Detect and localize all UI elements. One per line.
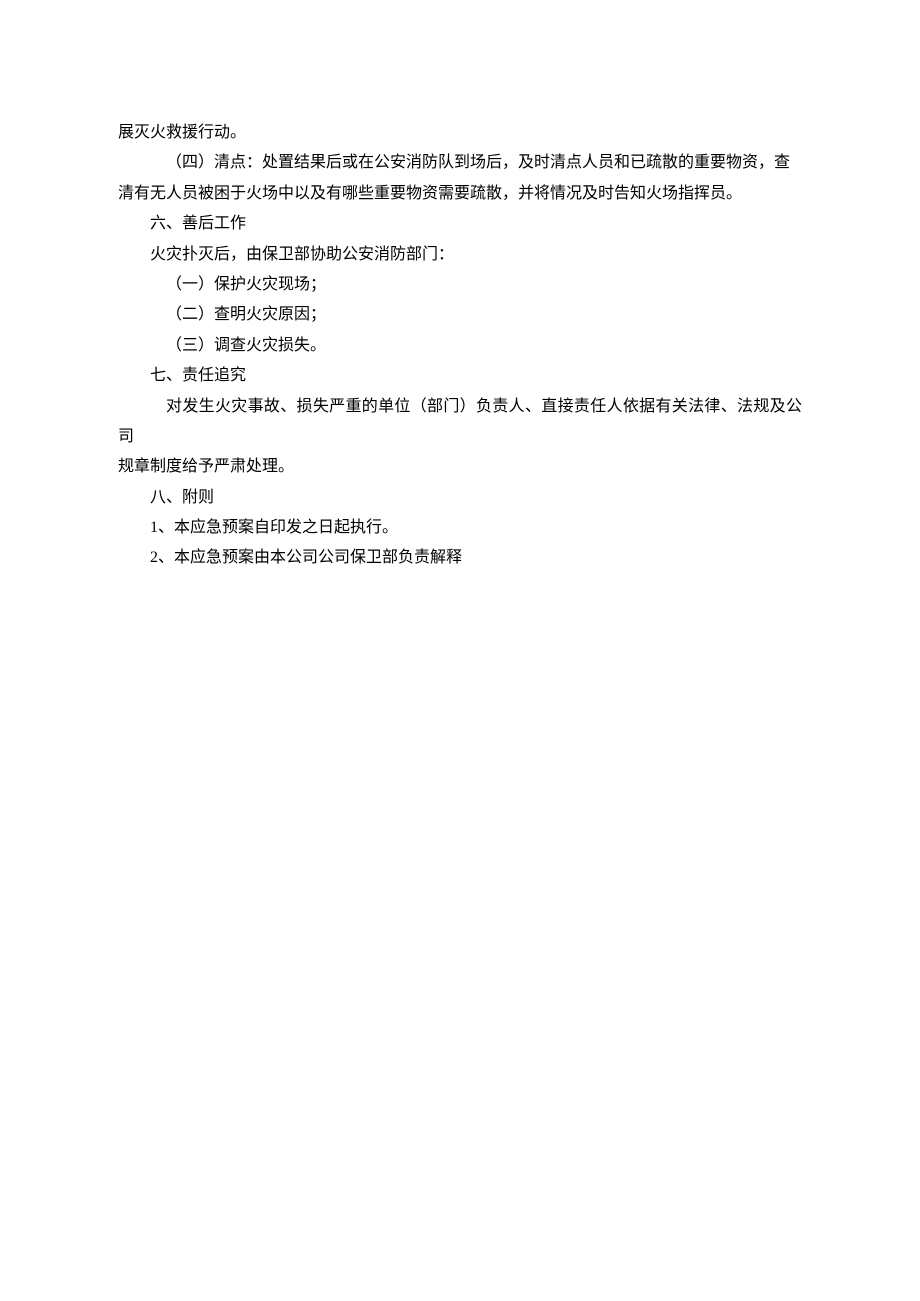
section-seven-body: 对发生火灾事故、损失严重的单位（部门）负责人、直接责任人依据有关法律、法规及公司 (118, 392, 802, 453)
section-six-item-one: （一）保护火灾现场； (118, 270, 802, 300)
section-seven-heading: 七、责任追究 (118, 361, 802, 391)
item-four-continuation: 清有无人员被困于火场中以及有哪些重要物资需要疏散，并将情况及时告知火场指挥员。 (118, 179, 802, 209)
section-six-item-two: （二）查明火灾原因； (118, 300, 802, 330)
section-seven-continuation: 规章制度给予严肃处理。 (118, 452, 802, 482)
section-six-item-three: （三）调查火灾损失。 (118, 331, 802, 361)
section-eight-item-two: 2、本应急预案由本公司公司保卫部负责解释 (118, 543, 802, 573)
paragraph-continuation: 展灭火救援行动。 (118, 118, 802, 148)
document-body: 展灭火救援行动。 （四）清点：处置结果后或在公安消防队到场后，及时清点人员和已疏… (118, 118, 802, 574)
section-eight-item-one: 1、本应急预案自印发之日起执行。 (118, 513, 802, 543)
item-four: （四）清点：处置结果后或在公安消防队到场后，及时清点人员和已疏散的重要物资，查 (118, 148, 802, 178)
section-six-heading: 六、善后工作 (118, 209, 802, 239)
section-six-intro: 火灾扑灭后，由保卫部协助公安消防部门： (118, 240, 802, 270)
section-eight-heading: 八、附则 (118, 483, 802, 513)
